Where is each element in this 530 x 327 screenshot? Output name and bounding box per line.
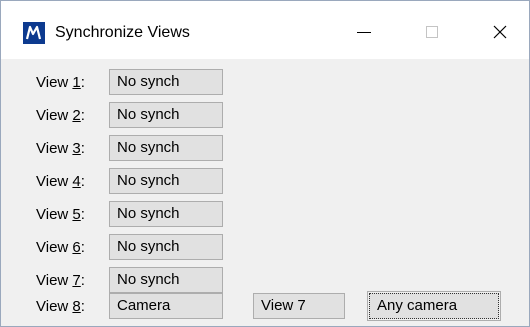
view-4-sync-mode-dropdown[interactable]: No synch [109,168,223,194]
view-row-6: View 6: No synch [1,233,529,263]
view-row-8: View 8: Camera View 7 Any camera [1,291,529,322]
view-5-sync-mode-dropdown[interactable]: No synch [109,201,223,227]
view-1-sync-mode-dropdown[interactable]: No synch [109,69,223,95]
dialog-body: View 1: No synch View 2: No synch View 3… [1,59,529,326]
maximize-button[interactable] [409,12,455,52]
view-label-6: View 6: [36,239,85,256]
maximize-icon [426,26,438,38]
view-row-1: View 1: No synch [1,68,529,98]
view-3-sync-mode-dropdown[interactable]: No synch [109,135,223,161]
view-label-4: View 4: [36,173,85,190]
view-row-2: View 2: No synch [1,101,529,131]
view-6-sync-mode-dropdown[interactable]: No synch [109,234,223,260]
title-bar[interactable]: Synchronize Views [1,1,529,59]
microstation-icon [23,22,45,44]
view-label-1: View 1: [36,74,85,91]
synchronize-views-window: Synchronize Views View 1: No synch View … [0,0,530,327]
close-icon [493,25,507,39]
view-label-7: View 7: [36,272,85,289]
minimize-icon [357,32,371,33]
view-label-3: View 3: [36,140,85,157]
view-8-source-view-dropdown[interactable]: View 7 [253,293,345,319]
view-8-sync-mode-dropdown[interactable]: Camera [109,293,223,319]
minimize-button[interactable] [341,12,387,52]
view-label-8: View 8: [36,298,85,315]
view-row-3: View 3: No synch [1,134,529,164]
window-title: Synchronize Views [55,24,190,41]
close-button[interactable] [477,12,523,52]
view-2-sync-mode-dropdown[interactable]: No synch [109,102,223,128]
view-label-2: View 2: [36,107,85,124]
view-label-5: View 5: [36,206,85,223]
view-8-camera-option-dropdown[interactable]: Any camera [367,291,501,321]
view-row-5: View 5: No synch [1,200,529,230]
view-7-sync-mode-dropdown[interactable]: No synch [109,267,223,293]
view-row-4: View 4: No synch [1,167,529,197]
